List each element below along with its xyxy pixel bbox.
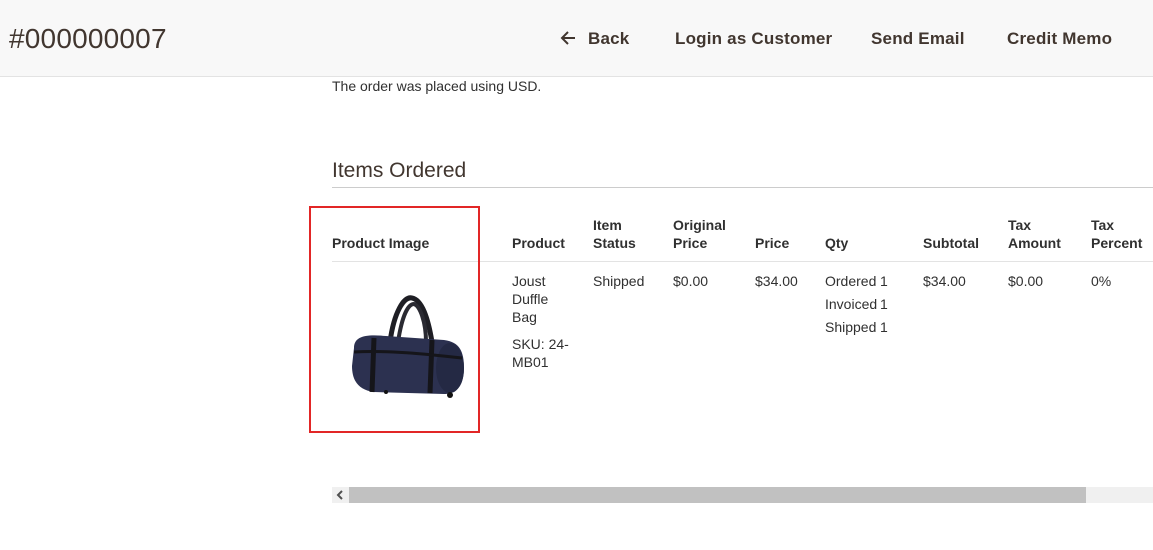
- product-image-duffle-bag: [352, 295, 464, 398]
- product-sku: SKU: 24- MB01: [512, 335, 569, 371]
- item-status-value: Shipped: [593, 273, 645, 289]
- column-header-price: Price: [755, 235, 790, 251]
- chevron-left-icon[interactable]: [332, 487, 348, 503]
- column-header-tax-percent: Tax Percent: [1091, 216, 1142, 252]
- tax-amount-value: $0.00: [1008, 273, 1044, 289]
- product-name-line2: Duffle: [512, 291, 549, 307]
- section-divider: [332, 187, 1153, 188]
- column-header-tax-percent-line1: Tax: [1091, 217, 1115, 233]
- column-header-item-status-line2: Status: [593, 235, 636, 251]
- back-label: Back: [588, 29, 630, 48]
- back-button[interactable]: Back: [560, 28, 629, 50]
- product-name: Joust Duffle Bag: [512, 272, 548, 326]
- column-header-item-status: Item Status: [593, 216, 636, 252]
- items-ordered-title: Items Ordered: [332, 159, 467, 182]
- column-header-tax-percent-line2: Percent: [1091, 235, 1143, 251]
- arrow-left-icon: [560, 31, 575, 45]
- column-header-item-status-line1: Item: [593, 217, 622, 233]
- currency-note: The order was placed using USD.: [332, 78, 542, 94]
- qty-ordered-label: Ordered: [825, 273, 877, 289]
- qty-invoiced-label: Invoiced: [825, 296, 878, 312]
- column-header-product: Product: [512, 235, 565, 251]
- scrollbar-thumb[interactable]: [349, 487, 1086, 503]
- qty-invoiced-value: 1: [880, 296, 888, 312]
- product-sku-line1: SKU: 24-: [512, 336, 569, 352]
- qty-ordered-value: 1: [880, 273, 888, 289]
- qty-shipped-label: Shipped: [825, 319, 877, 335]
- column-header-tax-amount-line2: Amount: [1008, 235, 1061, 251]
- product-sku-line2: MB01: [512, 354, 549, 370]
- tax-percent-value: 0%: [1091, 273, 1112, 289]
- column-header-original-price-line1: Original: [673, 217, 726, 233]
- column-header-tax-amount: Tax Amount: [1008, 216, 1061, 252]
- product-name-line1: Joust: [512, 273, 546, 289]
- original-price-value: $0.00: [673, 273, 709, 289]
- column-header-original-price: Original Price: [673, 216, 726, 252]
- qty-shipped-value: 1: [880, 319, 888, 335]
- send-email-button[interactable]: Send Email: [871, 28, 965, 50]
- page-header: #000000007 Back Login as Customer Send E…: [0, 0, 1153, 77]
- column-header-subtotal: Subtotal: [923, 235, 979, 251]
- credit-memo-button[interactable]: Credit Memo: [1007, 28, 1112, 50]
- subtotal-value: $34.00: [923, 273, 966, 289]
- product-name-line3: Bag: [512, 309, 537, 325]
- login-as-customer-button[interactable]: Login as Customer: [675, 28, 832, 50]
- column-header-qty: Qty: [825, 235, 849, 251]
- column-header-original-price-line2: Price: [673, 235, 708, 251]
- price-value: $34.00: [755, 273, 798, 289]
- order-number-title: #000000007: [9, 23, 167, 54]
- table-horizontal-scrollbar[interactable]: [332, 487, 1153, 503]
- column-header-tax-amount-line1: Tax: [1008, 217, 1032, 233]
